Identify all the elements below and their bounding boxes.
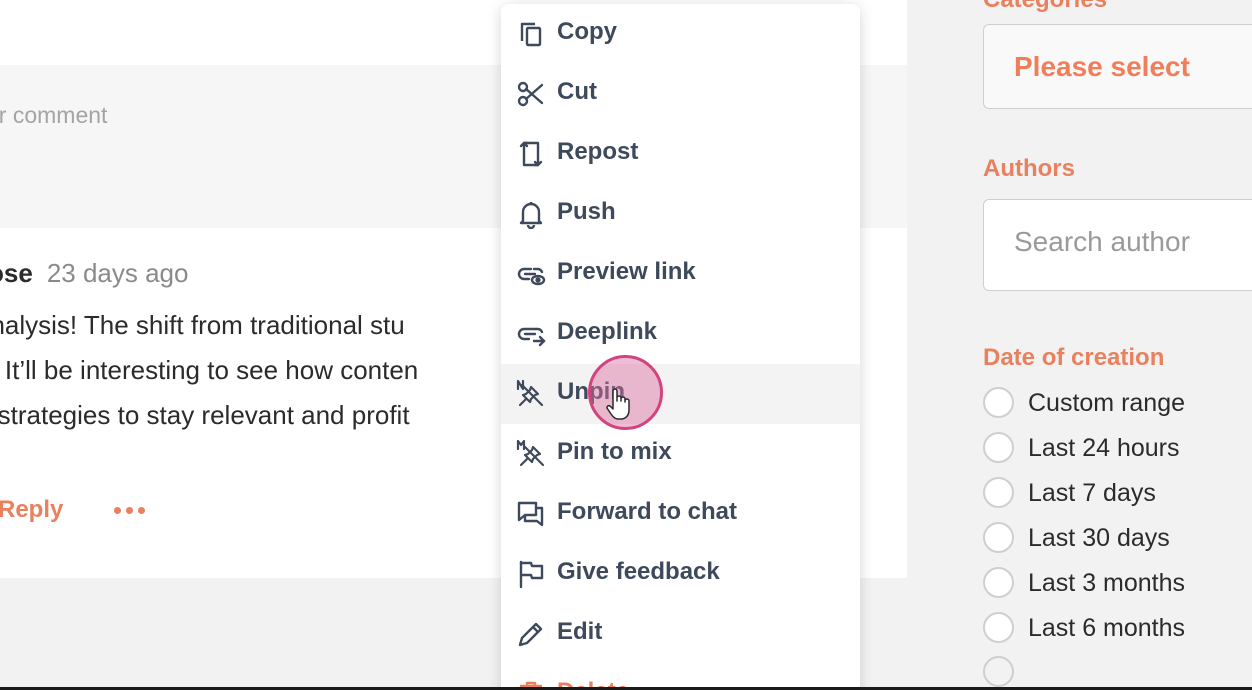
comment-line: ir strategies to stay relevant and profi…: [0, 400, 410, 430]
comment-meta: ose 23 days ago: [0, 258, 188, 289]
unpin-icon: [516, 379, 546, 409]
menu-item-label: Edit: [557, 618, 603, 645]
scissors-icon: [516, 79, 546, 109]
radio-last-3-months[interactable]: Last 3 months: [983, 567, 1243, 599]
radio-last-6-months[interactable]: Last 6 months: [983, 612, 1243, 644]
radio-label: Last 3 months: [1028, 569, 1186, 597]
categories-select[interactable]: Please select: [983, 24, 1252, 109]
author-search-box[interactable]: [983, 199, 1252, 291]
radio-button[interactable]: [983, 522, 1014, 553]
radio-button[interactable]: [983, 612, 1014, 643]
radio-custom-range[interactable]: Custom range: [983, 387, 1243, 419]
comment-input-placeholder[interactable]: ur comment: [0, 102, 107, 129]
comment-time: 23 days ago: [46, 258, 189, 288]
menu-item-label: Preview link: [557, 258, 696, 285]
menu-item-forward-to-chat[interactable]: Forward to chat: [501, 484, 860, 544]
menu-item-edit[interactable]: Edit: [501, 604, 860, 664]
menu-item-label: Forward to chat: [557, 498, 738, 525]
deeplink-icon: [516, 319, 546, 349]
menu-item-pin-to-mix[interactable]: Pin to mix: [501, 424, 860, 484]
menu-item-deeplink[interactable]: Deeplink: [501, 304, 860, 364]
radio-label: Last 24 hours: [1028, 434, 1180, 462]
flag-icon: [516, 559, 546, 589]
reply-button[interactable]: Reply: [0, 496, 63, 524]
menu-item-label: Copy: [557, 18, 617, 45]
categories-select-value: Please select: [1014, 51, 1190, 82]
menu-item-give-feedback[interactable]: Give feedback: [501, 544, 860, 604]
comment-line: analysis! The shift from traditional stu: [0, 310, 405, 340]
radio-button[interactable]: [983, 477, 1014, 508]
radio-last-7-days[interactable]: Last 7 days: [983, 477, 1243, 509]
radio-last-30-days[interactable]: Last 30 days: [983, 522, 1243, 554]
radio-label: Last 7 days: [1028, 479, 1156, 507]
repost-icon: [516, 139, 546, 169]
menu-item-label: Deeplink: [557, 318, 658, 345]
radio-button[interactable]: [983, 387, 1014, 418]
comment-author[interactable]: ose: [0, 258, 33, 288]
radio-label: Last 30 days: [1028, 524, 1170, 552]
radio-label: Last 6 months: [1028, 614, 1186, 642]
copy-icon: [516, 19, 546, 49]
menu-item-preview-link[interactable]: Preview link: [501, 244, 860, 304]
menu-item-push[interactable]: Push: [501, 184, 860, 244]
menu-item-copy[interactable]: Copy: [501, 4, 860, 64]
bell-icon: [516, 199, 546, 229]
hand-cursor-icon: [606, 388, 630, 420]
radio-button[interactable]: [983, 432, 1014, 463]
radio-button[interactable]: [983, 567, 1014, 598]
pencil-icon: [516, 619, 546, 649]
comment-body: analysis! The shift from traditional stu…: [0, 303, 516, 483]
menu-item-label: Push: [557, 198, 616, 225]
menu-item-cut[interactable]: Cut: [501, 64, 860, 124]
context-menu: Copy Cut Repost Push Preview link Deepli…: [501, 4, 860, 690]
menu-item-unpin[interactable]: Unpin: [501, 364, 860, 424]
preview-link-icon: [516, 259, 546, 289]
menu-item-label: Give feedback: [557, 558, 720, 585]
date-of-creation-label: Date of creation: [983, 344, 1165, 371]
comment-line: e. It’ll be interesting to see how conte…: [0, 355, 419, 385]
menu-item-label: Repost: [557, 138, 639, 165]
radio-label: Custom range: [1028, 389, 1186, 417]
more-dots-icon[interactable]: [114, 502, 150, 518]
pin-to-mix-icon: [516, 439, 546, 469]
menu-item-label: Cut: [557, 78, 597, 105]
radio-button[interactable]: [983, 656, 1014, 687]
forward-chat-icon: [516, 499, 546, 529]
authors-label: Authors: [983, 155, 1075, 182]
menu-item-label: Pin to mix: [557, 438, 672, 465]
author-search-input[interactable]: [1014, 226, 1252, 258]
menu-item-repost[interactable]: Repost: [501, 124, 860, 184]
comment-line: e.: [0, 438, 516, 483]
radio-last-24-hours[interactable]: Last 24 hours: [983, 432, 1243, 464]
categories-label: Categories: [983, 0, 1107, 14]
